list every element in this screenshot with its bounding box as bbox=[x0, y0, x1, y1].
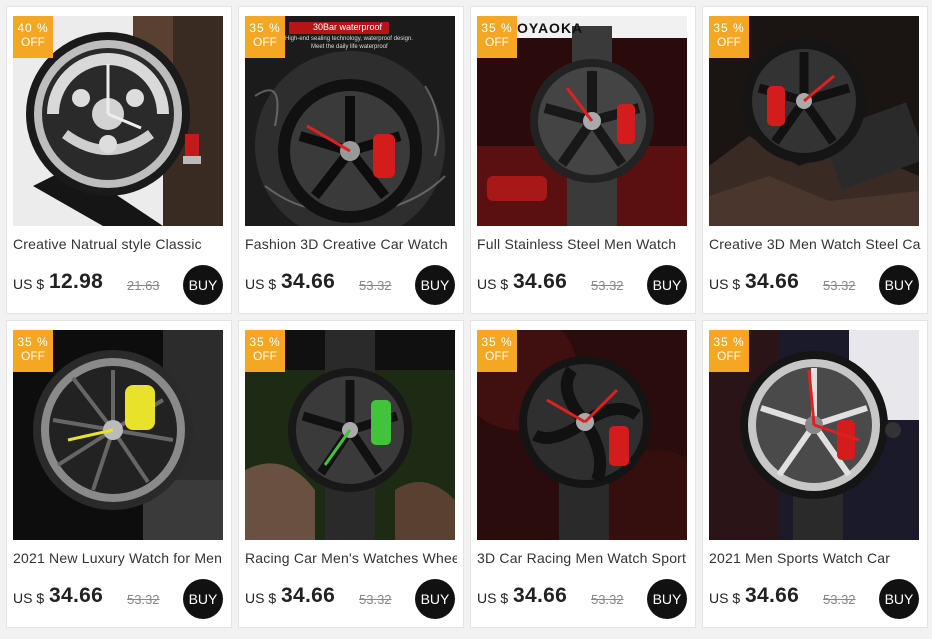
product-card[interactable]: 35 % OFF 2021 Men Sports Watch Car US $ … bbox=[702, 320, 928, 628]
product-image[interactable]: 40 % OFF bbox=[13, 16, 223, 226]
product-image[interactable]: 35 % OFF bbox=[245, 330, 455, 540]
product-title[interactable]: Creative 3D Men Watch Steel Car bbox=[709, 236, 921, 256]
buy-button[interactable]: BUY bbox=[415, 579, 455, 619]
currency-label: US $ bbox=[245, 276, 277, 292]
buy-button[interactable]: BUY bbox=[647, 265, 687, 305]
sale-price: 34.66 bbox=[49, 584, 104, 607]
currency-label: US $ bbox=[477, 276, 509, 292]
product-card[interactable]: 40 % OFF Creative Natrual style Classic … bbox=[6, 6, 232, 314]
discount-percent: 35 % bbox=[249, 335, 281, 349]
discount-percent: 35 % bbox=[17, 335, 49, 349]
product-image[interactable]: 35 % OFF bbox=[477, 330, 687, 540]
sale-price: 34.66 bbox=[513, 584, 568, 607]
product-title[interactable]: Full Stainless Steel Men Watch bbox=[477, 236, 689, 256]
product-card[interactable]: 35 % OFF 3D Car Racing Men Watch Sport U… bbox=[470, 320, 696, 628]
discount-off-label: OFF bbox=[253, 349, 277, 363]
buy-button[interactable]: BUY bbox=[183, 579, 223, 619]
discount-badge: 35 % OFF bbox=[477, 330, 517, 372]
buy-button[interactable]: BUY bbox=[415, 265, 455, 305]
image-caption: High-end sealing technology, waterproof … bbox=[285, 36, 413, 42]
currency-label: US $ bbox=[13, 590, 45, 606]
discount-badge: 35 % OFF bbox=[709, 16, 749, 58]
currency-label: US $ bbox=[709, 276, 741, 292]
sale-price: 34.66 bbox=[281, 270, 336, 293]
original-price: 53.32 bbox=[127, 592, 160, 607]
original-price: 53.32 bbox=[823, 278, 856, 293]
product-image[interactable]: 30Bar waterproof High-end sealing techno… bbox=[245, 16, 455, 226]
discount-badge: 40 % OFF bbox=[13, 16, 53, 58]
currency-label: US $ bbox=[13, 276, 45, 292]
discount-badge: 35 % OFF bbox=[245, 16, 285, 58]
discount-off-label: OFF bbox=[485, 349, 509, 363]
product-title[interactable]: 3D Car Racing Men Watch Sport bbox=[477, 550, 689, 570]
discount-off-label: OFF bbox=[717, 35, 741, 49]
original-price: 53.32 bbox=[359, 278, 392, 293]
discount-off-label: OFF bbox=[21, 35, 45, 49]
discount-badge: 35 % OFF bbox=[477, 16, 517, 58]
original-price: 53.32 bbox=[591, 592, 624, 607]
sale-price: 12.98 bbox=[49, 270, 104, 293]
product-title[interactable]: 2021 Men Sports Watch Car bbox=[709, 550, 921, 570]
currency-label: US $ bbox=[245, 590, 277, 606]
discount-badge: 35 % OFF bbox=[245, 330, 285, 372]
product-grid: 40 % OFF Creative Natrual style Classic … bbox=[0, 0, 932, 639]
discount-off-label: OFF bbox=[717, 349, 741, 363]
product-image[interactable]: 35 % OFF bbox=[13, 330, 223, 540]
currency-label: US $ bbox=[709, 590, 741, 606]
product-card[interactable]: 35 % OFF 2021 New Luxury Watch for Men U… bbox=[6, 320, 232, 628]
sale-price: 34.66 bbox=[745, 584, 800, 607]
original-price: 53.32 bbox=[823, 592, 856, 607]
discount-percent: 35 % bbox=[713, 335, 745, 349]
discount-percent: 35 % bbox=[249, 21, 281, 35]
product-card[interactable]: 35 % OFF Racing Car Men's Watches Wheel … bbox=[238, 320, 464, 628]
image-caption: Meet the daily life waterproof bbox=[311, 44, 388, 50]
buy-button[interactable]: BUY bbox=[647, 579, 687, 619]
discount-off-label: OFF bbox=[485, 35, 509, 49]
product-image[interactable]: 35 % OFF bbox=[709, 330, 919, 540]
product-card[interactable]: 35 % OFF Creative 3D Men Watch Steel Car… bbox=[702, 6, 928, 314]
discount-badge: 35 % OFF bbox=[709, 330, 749, 372]
original-price: 53.32 bbox=[359, 592, 392, 607]
product-title[interactable]: Fashion 3D Creative Car Watch bbox=[245, 236, 457, 256]
product-title[interactable]: Creative Natrual style Classic bbox=[13, 236, 225, 256]
product-title[interactable]: 2021 New Luxury Watch for Men bbox=[13, 550, 225, 570]
discount-badge: 35 % OFF bbox=[13, 330, 53, 372]
sale-price: 34.66 bbox=[281, 584, 336, 607]
original-price: 53.32 bbox=[591, 278, 624, 293]
sale-price: 34.66 bbox=[745, 270, 800, 293]
discount-off-label: OFF bbox=[21, 349, 45, 363]
product-card[interactable]: OYAOKA 35 % OFF Full Stainless Steel Men… bbox=[470, 6, 696, 314]
buy-button[interactable]: BUY bbox=[183, 265, 223, 305]
product-image[interactable]: 35 % OFF bbox=[709, 16, 919, 226]
discount-off-label: OFF bbox=[253, 35, 277, 49]
discount-percent: 40 % bbox=[17, 21, 49, 35]
currency-label: US $ bbox=[477, 590, 509, 606]
product-image[interactable]: OYAOKA 35 % OFF bbox=[477, 16, 687, 226]
product-card[interactable]: 30Bar waterproof High-end sealing techno… bbox=[238, 6, 464, 314]
discount-percent: 35 % bbox=[481, 335, 513, 349]
buy-button[interactable]: BUY bbox=[879, 265, 919, 305]
image-caption: 30Bar waterproof bbox=[313, 22, 383, 32]
discount-percent: 35 % bbox=[481, 21, 513, 35]
sale-price: 34.66 bbox=[513, 270, 568, 293]
original-price: 21.63 bbox=[127, 278, 160, 293]
buy-button[interactable]: BUY bbox=[879, 579, 919, 619]
image-caption: OYAOKA bbox=[517, 20, 584, 36]
product-title[interactable]: Racing Car Men's Watches Wheel bbox=[245, 550, 457, 570]
discount-percent: 35 % bbox=[713, 21, 745, 35]
